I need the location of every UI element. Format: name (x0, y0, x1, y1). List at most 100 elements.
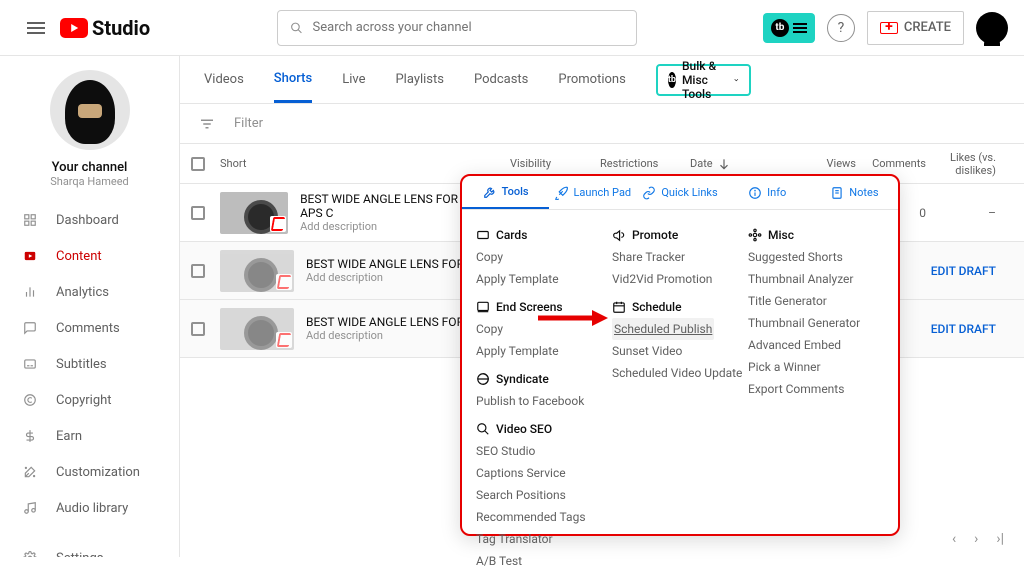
tubebuddy-icon: tb (771, 19, 789, 37)
recommended-tags[interactable]: Recommended Tags (476, 506, 612, 528)
group-schedule: Schedule (612, 300, 748, 314)
search-positions[interactable]: Search Positions (476, 484, 612, 506)
advanced-embed[interactable]: Advanced Embed (748, 334, 884, 356)
syndicate-icon (476, 372, 490, 386)
tab-playlists[interactable]: Playlists (395, 56, 443, 103)
studio-logo[interactable]: Studio (60, 16, 150, 40)
page-last[interactable]: ›| (996, 531, 1004, 547)
create-button[interactable]: CREATE (867, 11, 964, 45)
endscreens-copy[interactable]: Copy (476, 318, 612, 340)
sidebar-item-label: Settings (56, 551, 103, 558)
col-views[interactable]: Views (800, 157, 870, 170)
popover-tab-notes[interactable]: Notes (811, 176, 898, 209)
col-comments[interactable]: Comments (870, 157, 940, 170)
col-restrictions[interactable]: Restrictions (600, 157, 690, 170)
gear-icon (20, 548, 40, 557)
notes-icon (830, 186, 844, 200)
sidebar-item-earn[interactable]: Earn (0, 418, 179, 454)
seo-studio[interactable]: SEO Studio (476, 440, 612, 462)
row-checkbox[interactable] (191, 206, 205, 220)
hamburger-menu[interactable] (16, 8, 56, 48)
tab-shorts[interactable]: Shorts (274, 56, 312, 103)
search-icon (476, 422, 490, 436)
checkbox-all[interactable] (191, 157, 205, 171)
popover-tab-tools[interactable]: Tools (462, 176, 549, 209)
tag-translator[interactable]: Tag Translator (476, 528, 612, 550)
group-misc: Misc (748, 228, 884, 242)
sidebar-item-customization[interactable]: Customization (0, 454, 179, 490)
vid2vid-promotion[interactable]: Vid2Vid Promotion (612, 268, 748, 290)
title-generator[interactable]: Title Generator (748, 290, 884, 312)
sunset-video[interactable]: Sunset Video (612, 340, 748, 362)
sidebar-item-copyright[interactable]: Copyright (0, 382, 179, 418)
video-thumbnail[interactable] (220, 250, 294, 292)
tubebuddy-menu-icon (793, 23, 807, 33)
cards-copy[interactable]: Copy (476, 246, 612, 268)
pick-a-winner[interactable]: Pick a Winner (748, 356, 884, 378)
page-prev[interactable]: ‹ (952, 531, 956, 547)
col-date[interactable]: Date (690, 157, 800, 171)
row-checkbox[interactable] (191, 264, 205, 278)
help-button[interactable]: ? (827, 14, 855, 42)
scheduled-video-update[interactable]: Scheduled Video Update (612, 362, 748, 384)
video-thumbnail[interactable] (220, 192, 288, 234)
cards-apply-template[interactable]: Apply Template (476, 268, 612, 290)
search-input-wrap[interactable] (277, 10, 637, 46)
sidebar-item-label: Content (56, 249, 102, 264)
subtitles-icon (20, 354, 40, 374)
scheduled-publish[interactable]: Scheduled Publish (612, 318, 714, 340)
popover-tab-quicklinks[interactable]: Quick Links (636, 176, 723, 209)
sidebar: Your channel Sharqa Hameed Dashboard Con… (0, 56, 180, 557)
shorts-badge-icon (270, 216, 286, 232)
sidebar-item-settings[interactable]: Settings (0, 540, 179, 557)
app-name: Studio (92, 16, 150, 40)
tab-videos[interactable]: Videos (204, 56, 244, 103)
suggested-shorts[interactable]: Suggested Shorts (748, 246, 884, 268)
col-visibility[interactable]: Visibility (510, 157, 600, 170)
likes-value: – (940, 206, 1024, 220)
sidebar-item-audio-library[interactable]: Audio library (0, 490, 179, 526)
misc-icon (748, 228, 762, 242)
sidebar-item-label: Comments (56, 321, 120, 336)
tubebuddy-button[interactable]: tb (763, 13, 815, 43)
search-input[interactable] (313, 20, 624, 35)
sidebar-item-dashboard[interactable]: Dashboard (0, 202, 179, 238)
arrow-down-icon (717, 157, 731, 171)
thumbnail-analyzer[interactable]: Thumbnail Analyzer (748, 268, 884, 290)
sidebar-item-analytics[interactable]: Analytics (0, 274, 179, 310)
shorts-badge-icon (276, 274, 292, 290)
ab-test[interactable]: A/B Test (476, 550, 612, 572)
sidebar-item-label: Audio library (56, 501, 128, 516)
bulk-tools-button[interactable]: tb Bulk & Misc Tools (656, 64, 751, 96)
captions-service[interactable]: Captions Service (476, 462, 612, 484)
comments-icon (20, 318, 40, 338)
chevron-down-icon (733, 73, 740, 87)
earn-icon (20, 426, 40, 446)
create-label: CREATE (904, 20, 951, 35)
col-likes[interactable]: Likes (vs. dislikes) (940, 151, 1024, 177)
row-checkbox[interactable] (191, 322, 205, 336)
filter-icon[interactable] (198, 115, 216, 133)
popover-tab-launchpad[interactable]: Launch Pad (549, 176, 636, 209)
share-tracker[interactable]: Share Tracker (612, 246, 748, 268)
tab-live[interactable]: Live (342, 56, 365, 103)
sidebar-item-subtitles[interactable]: Subtitles (0, 346, 179, 382)
col-short[interactable]: Short (216, 157, 510, 170)
copyright-icon (20, 390, 40, 410)
page-next[interactable]: › (974, 531, 978, 547)
account-avatar[interactable] (976, 12, 1008, 44)
sidebar-item-comments[interactable]: Comments (0, 310, 179, 346)
tab-promotions[interactable]: Promotions (558, 56, 625, 103)
customization-icon (20, 462, 40, 482)
tab-podcasts[interactable]: Podcasts (474, 56, 528, 103)
filter-label[interactable]: Filter (234, 116, 263, 131)
thumbnail-generator[interactable]: Thumbnail Generator (748, 312, 884, 334)
popover-tab-info[interactable]: Info (724, 176, 811, 209)
publish-facebook[interactable]: Publish to Facebook (476, 390, 612, 412)
group-video-seo: Video SEO (476, 422, 612, 436)
video-thumbnail[interactable] (220, 308, 294, 350)
sidebar-item-content[interactable]: Content (0, 238, 179, 274)
endscreens-apply-template[interactable]: Apply Template (476, 340, 612, 362)
export-comments[interactable]: Export Comments (748, 378, 884, 400)
channel-avatar[interactable] (50, 70, 130, 150)
